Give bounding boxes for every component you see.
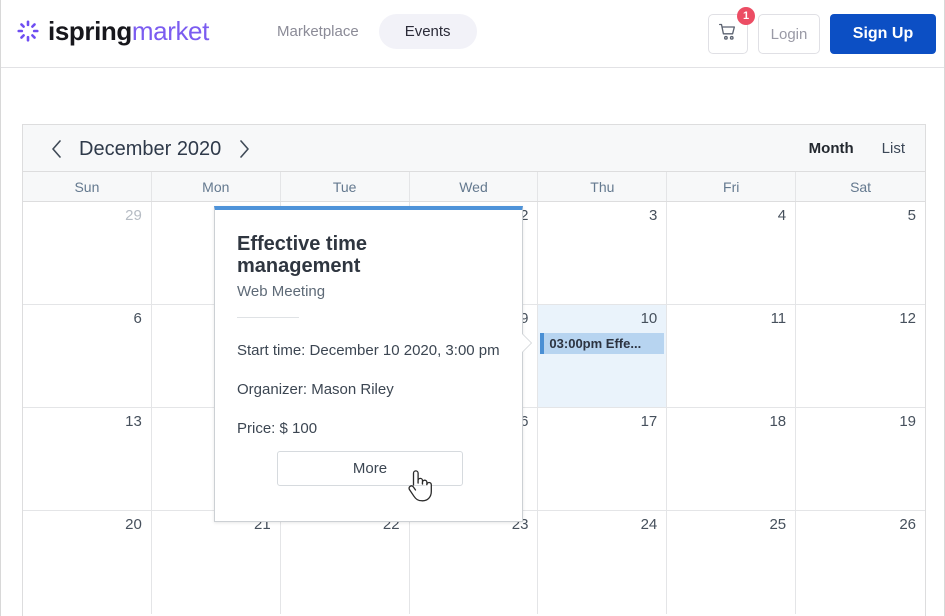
calendar-day-number: 19: [899, 413, 916, 430]
event-details-popup: Effective time management Web Meeting St…: [214, 206, 531, 522]
calendar-title: December 2020: [79, 137, 222, 160]
calendar-day-cell[interactable]: 5: [796, 202, 925, 304]
calendar-day-number: 6: [133, 310, 142, 327]
logo-wordmark: ispringmarket: [48, 18, 209, 44]
dow-wed: Wed: [410, 172, 539, 201]
calendar-month-nav: December 2020: [45, 125, 255, 172]
calendar-day-cell[interactable]: 18: [667, 408, 797, 510]
dow-fri: Fri: [667, 172, 797, 201]
calendar-day-number: 13: [125, 413, 142, 430]
ispring-burst-icon: [15, 18, 41, 44]
header-actions: 1 Login Sign Up: [708, 7, 936, 54]
calendar-day-cell[interactable]: 10 03:00pm Effe...: [538, 305, 668, 407]
cart-count-badge: 1: [737, 7, 755, 25]
nav-item-marketplace[interactable]: Marketplace: [273, 14, 363, 49]
popup-price: Price: $ 100: [237, 419, 318, 437]
calendar-day-cell[interactable]: 13: [23, 408, 152, 510]
calendar-day-number: 18: [769, 413, 787, 430]
signup-button[interactable]: Sign Up: [830, 14, 936, 54]
calendar-day-number: 12: [899, 310, 916, 327]
popup-event-title: Effective time management: [237, 233, 368, 277]
dow-sun: Sun: [23, 172, 152, 201]
view-month-button[interactable]: Month: [809, 140, 854, 157]
calendar-day-number: 4: [777, 207, 787, 224]
popup-organizer: Organizer: Mason Riley: [237, 380, 394, 398]
popup-event-type: Web Meeting: [237, 283, 326, 301]
calendar-day-cell[interactable]: 26: [796, 511, 925, 614]
calendar-day-cell[interactable]: 4: [667, 202, 797, 304]
calendar-day-cell[interactable]: 6: [23, 305, 152, 407]
page-root: ispringmarket Marketplace Events 1 Login…: [0, 0, 945, 616]
shopping-cart-icon: [718, 22, 738, 47]
day-of-week-header: Sun Mon Tue Wed Thu Fri Sat: [23, 172, 925, 202]
calendar-day-number: 10: [640, 310, 658, 327]
top-navigation-bar: ispringmarket Marketplace Events 1 Login…: [1, 0, 944, 68]
calendar-day-cell[interactable]: 12: [796, 305, 925, 407]
calendar-day-number: 25: [769, 516, 787, 533]
calendar-day-cell[interactable]: 24: [538, 511, 668, 614]
popup-pointer-arrow: [522, 334, 531, 352]
more-button[interactable]: More: [277, 451, 463, 486]
dow-mon: Mon: [152, 172, 281, 201]
calendar-day-number: 24: [640, 516, 658, 533]
calendar-day-cell[interactable]: 25: [667, 511, 797, 614]
logo-text-ispring: ispring: [48, 16, 132, 46]
calendar-view-switcher: Month List: [809, 125, 905, 172]
calendar-day-cell[interactable]: 3: [538, 202, 668, 304]
calendar-day-cell[interactable]: 22: [281, 511, 410, 614]
brand-logo[interactable]: ispringmarket: [15, 18, 209, 44]
chevron-right-icon[interactable]: [233, 136, 255, 162]
dow-tue: Tue: [281, 172, 410, 201]
popup-start-time: Start time: December 10 2020, 3:00 pm: [237, 342, 500, 360]
calendar-day-cell[interactable]: 20: [23, 511, 152, 614]
chevron-left-icon[interactable]: [45, 136, 67, 162]
calendar-day-cell[interactable]: 17: [538, 408, 668, 510]
popup-divider: [237, 317, 299, 319]
calendar-toolbar: December 2020 Month List: [23, 125, 925, 172]
logo-text-market: market: [131, 16, 209, 46]
login-button[interactable]: Login: [758, 14, 820, 54]
primary-nav: Marketplace Events: [273, 14, 477, 49]
calendar-day-number: 11: [770, 310, 787, 327]
calendar-day-number: 5: [907, 207, 916, 224]
calendar-day-cell[interactable]: 21: [152, 511, 281, 614]
calendar-day-cell[interactable]: 19: [796, 408, 925, 510]
calendar-day-number: 26: [899, 516, 916, 533]
calendar-day-number: 20: [125, 516, 142, 533]
nav-item-events[interactable]: Events: [378, 14, 477, 49]
popup-content: Effective time management Web Meeting St…: [215, 210, 522, 439]
calendar-day-cell[interactable]: 29: [23, 202, 152, 304]
calendar-day-number: 17: [640, 413, 658, 430]
dow-thu: Thu: [538, 172, 668, 201]
calendar-day-cell[interactable]: 11: [667, 305, 797, 407]
calendar-day-number: 29: [125, 207, 142, 224]
dow-sat: Sat: [850, 178, 872, 195]
cart-button[interactable]: 1: [708, 7, 755, 54]
calendar-event-chip[interactable]: 03:00pm Effe...: [540, 333, 665, 354]
view-list-button[interactable]: List: [882, 140, 905, 157]
calendar-day-number: 3: [648, 207, 658, 224]
calendar-week-row: 20 21 22 23 24 25 26: [23, 511, 925, 614]
calendar-day-cell[interactable]: 23: [410, 511, 539, 614]
